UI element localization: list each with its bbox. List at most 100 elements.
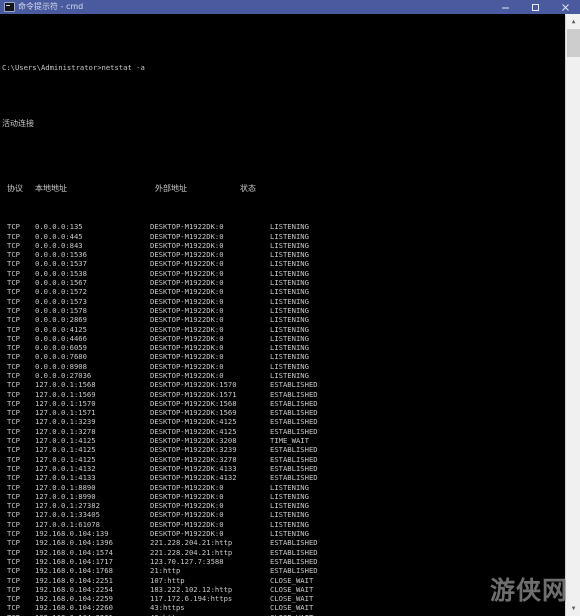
- table-row: TCP 192.168.0.104:2260 43:https CLOSE_WAIT: [2, 603, 565, 612]
- cell-local-address: 127.0.0.1:4125: [35, 436, 96, 446]
- table-row: TCP 0.0.0.0:1567 DESKTOP-M1922DK:0 LISTENIN…: [2, 278, 565, 287]
- cell-protocol: TCP: [7, 454, 20, 464]
- cell-protocol: TCP: [7, 305, 20, 315]
- cell-protocol: TCP: [7, 519, 20, 529]
- prompt-line: C:\Users\Administrator>netstat -a: [2, 63, 145, 73]
- cell-foreign-address: DESKTOP-M1922DK:0: [150, 296, 224, 306]
- cell-state: LISTENING: [270, 278, 309, 288]
- cell-state: LISTENING: [270, 305, 309, 315]
- cell-foreign-address: 221.228.204.21:http: [150, 538, 233, 548]
- cell-foreign-address: DESKTOP-M1922DK:0: [150, 231, 224, 241]
- table-row: TCP 0.0.0.0:2869 DESKTOP-M1922DK:0 LISTENIN…: [2, 315, 565, 324]
- table-row: TCP 192.168.0.104:1574 221.228.204.21:http…: [2, 548, 565, 557]
- table-row: TCP 192.168.0.104:1768 21:http ESTABLISHED: [2, 566, 565, 575]
- table-row: TCP 0.0.0.0:8908 DESKTOP-M1922DK:0 LISTENIN…: [2, 362, 565, 371]
- cell-state: LISTENING: [270, 352, 309, 362]
- cell-local-address: 0.0.0.0:4466: [35, 333, 87, 343]
- cell-protocol: TCP: [7, 575, 20, 585]
- cell-local-address: 127.0.0.1:1570: [35, 398, 96, 408]
- cell-local-address: 192.168.0.104:2251: [35, 575, 113, 585]
- cell-state: LISTENING: [270, 240, 309, 250]
- column-header-protocol: 协议: [7, 184, 23, 194]
- column-header-state: 状态: [240, 184, 256, 194]
- cell-protocol: TCP: [7, 389, 20, 399]
- cell-local-address: 192.168.0.104:1768: [35, 566, 113, 576]
- table-row: TCP 127.0.0.1:1571 DESKTOP-M1922DK:1569 EST…: [2, 408, 565, 417]
- table-row: TCP 192.168.0.104:1396 221.228.204.21:http…: [2, 538, 565, 547]
- table-row: TCP 192.168.0.104:2251 107:http CLOSE_WAIT: [2, 576, 565, 585]
- maximize-button[interactable]: [520, 0, 550, 14]
- title-bar[interactable]: 命令提示符 - cmd: [0, 0, 580, 14]
- cell-local-address: 0.0.0.0:8908: [35, 361, 87, 371]
- close-button[interactable]: [550, 0, 580, 14]
- cell-foreign-address: DESKTOP-M1922DK:0: [150, 259, 224, 269]
- cell-state: ESTABLISHED: [270, 389, 318, 399]
- table-row: TCP 0.0.0.0:7680 DESKTOP-M1922DK:0 LISTENIN…: [2, 352, 565, 361]
- scroll-down-arrow-icon[interactable]: ▼: [566, 601, 580, 616]
- console-output[interactable]: C:\Users\Administrator>netstat -a 活动连接 协…: [0, 14, 565, 616]
- cell-protocol: TCP: [7, 594, 20, 604]
- cell-protocol: TCP: [7, 324, 20, 334]
- cell-protocol: TCP: [7, 287, 20, 297]
- window-title: 命令提示符 - cmd: [18, 2, 84, 11]
- cell-foreign-address: DESKTOP-M1922DK:0: [150, 250, 224, 260]
- table-row: TCP 0.0.0.0:1578 DESKTOP-M1922DK:0 LISTENIN…: [2, 306, 565, 315]
- cell-protocol: TCP: [7, 436, 20, 446]
- cell-local-address: 127.0.0.1:27382: [35, 501, 100, 511]
- section-title: 活动连接: [2, 119, 34, 129]
- table-row: TCP 127.0.0.1:1570 DESKTOP-M1922DK:1568 EST…: [2, 399, 565, 408]
- cell-state: CLOSE_WAIT: [270, 575, 314, 585]
- cell-local-address: 192.168.0.104:2254: [35, 584, 113, 594]
- table-row: TCP 127.0.0.1:4125 DESKTOP-M1922DK:3278 EST…: [2, 455, 565, 464]
- table-header: 协议 本地地址 外部地址 状态: [2, 184, 565, 194]
- cell-state: LISTENING: [270, 519, 309, 529]
- cell-protocol: TCP: [7, 510, 20, 520]
- cell-foreign-address: DESKTOP-M1922DK:0: [150, 333, 224, 343]
- vertical-scrollbar[interactable]: ▲ ▼: [565, 14, 580, 616]
- cell-local-address: 0.0.0.0:6059: [35, 343, 87, 353]
- table-row: TCP 0.0.0.0:27036 DESKTOP-M1922DK:0 LISTENI…: [2, 371, 565, 380]
- cell-state: LISTENING: [270, 501, 309, 511]
- cell-local-address: 127.0.0.1:1569: [35, 389, 96, 399]
- minimize-button[interactable]: [490, 0, 520, 14]
- cell-state: ESTABLISHED: [270, 417, 318, 427]
- table-row: TCP 192.168.0.104:1717 123.70.127.7:3588 ES…: [2, 557, 565, 566]
- scrollbar-thumb[interactable]: [567, 29, 580, 57]
- cell-protocol: TCP: [7, 463, 20, 473]
- cell-foreign-address: DESKTOP-M1922DK:0: [150, 324, 224, 334]
- cell-foreign-address: DESKTOP-M1922DK:0: [150, 529, 224, 539]
- table-row: TCP 127.0.0.1:33405 DESKTOP-M1922DK:0 LISTE…: [2, 510, 565, 519]
- cell-local-address: 127.0.0.1:3278: [35, 426, 96, 436]
- cell-foreign-address: DESKTOP-M1922DK:0: [150, 370, 224, 380]
- table-row: TCP 127.0.0.1:8890 DESKTOP-M1922DK:0 LISTEN…: [2, 483, 565, 492]
- cell-state: ESTABLISHED: [270, 426, 318, 436]
- cell-foreign-address: DESKTOP-M1922DK:0: [150, 482, 224, 492]
- cell-foreign-address: DESKTOP-M1922DK:0: [150, 501, 224, 511]
- cell-state: ESTABLISHED: [270, 463, 318, 473]
- table-row: TCP 0.0.0.0:4466 DESKTOP-M1922DK:0 LISTENIN…: [2, 334, 565, 343]
- cell-protocol: TCP: [7, 529, 20, 539]
- cell-protocol: TCP: [7, 501, 20, 511]
- table-row: TCP 127.0.0.1:1569 DESKTOP-M1922DK:1571 EST…: [2, 390, 565, 399]
- cell-protocol: TCP: [7, 380, 20, 390]
- cell-protocol: TCP: [7, 408, 20, 418]
- cell-state: LISTENING: [270, 324, 309, 334]
- cell-state: ESTABLISHED: [270, 380, 318, 390]
- connection-table: TCP 0.0.0.0:135 DESKTOP-M1922DK:0 LISTENING…: [2, 222, 565, 616]
- cell-local-address: 0.0.0.0:1538: [35, 268, 87, 278]
- table-row: TCP 192.168.0.104:2254 183.222.102.12:http…: [2, 585, 565, 594]
- cell-local-address: 0.0.0.0:843: [35, 240, 83, 250]
- cell-state: LISTENING: [270, 529, 309, 539]
- cell-state: LISTENING: [270, 315, 309, 325]
- cmd-window: 命令提示符 - cmd C:\Users\Administrator>netst…: [0, 0, 580, 616]
- cell-state: ESTABLISHED: [270, 445, 318, 455]
- cell-local-address: 0.0.0.0:27036: [35, 370, 92, 380]
- scroll-up-arrow-icon[interactable]: ▲: [566, 14, 580, 29]
- cell-protocol: TCP: [7, 240, 20, 250]
- cell-foreign-address: DESKTOP-M1922DK:1571: [150, 389, 237, 399]
- cell-state: TIME_WAIT: [270, 436, 309, 446]
- table-row: TCP 192.168.0.104:2259 117.172.6.194:https…: [2, 594, 565, 603]
- cell-protocol: TCP: [7, 333, 20, 343]
- window-controls: [490, 0, 580, 14]
- cell-local-address: 0.0.0.0:1537: [35, 259, 87, 269]
